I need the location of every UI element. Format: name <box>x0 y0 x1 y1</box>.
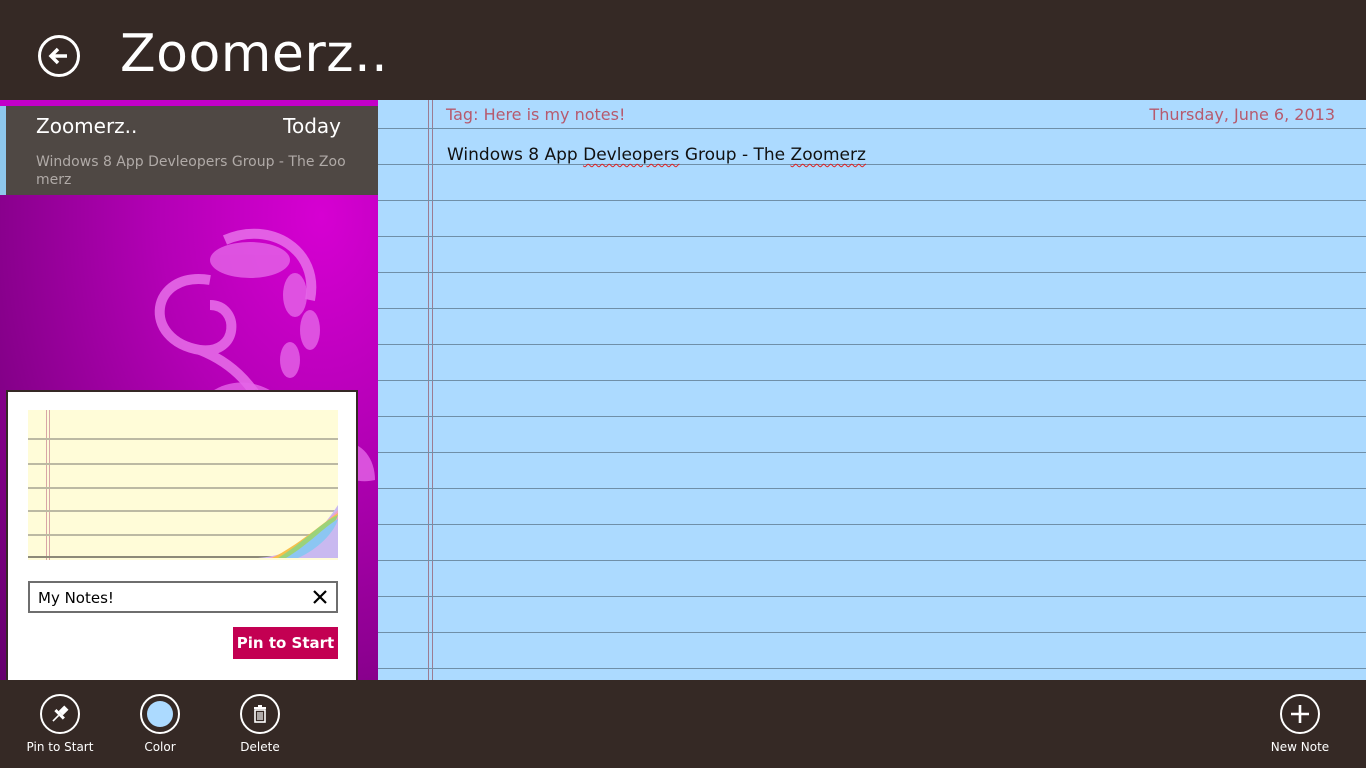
tile-name-input[interactable] <box>38 587 298 609</box>
new-note-appbar-button[interactable]: New Note <box>1260 694 1340 764</box>
app-bar: Pin to Start Color Delete New Note <box>0 680 1366 768</box>
note-body-segment: Windows 8 App <box>447 145 584 165</box>
close-icon <box>313 590 327 604</box>
note-tag: Tag: Here is my notes! <box>446 105 626 124</box>
appbar-button-circle <box>1280 694 1320 734</box>
ruled-line <box>378 272 1366 273</box>
ruled-line <box>378 596 1366 597</box>
ruled-line <box>378 200 1366 201</box>
ruled-line <box>378 236 1366 237</box>
tile-name-field[interactable] <box>28 581 338 613</box>
color-appbar-button[interactable]: Color <box>120 694 200 764</box>
back-button[interactable] <box>38 35 80 77</box>
selection-accent <box>0 106 6 195</box>
ruled-line <box>378 524 1366 525</box>
delete-appbar-button[interactable]: Delete <box>220 694 300 764</box>
pin-icon <box>52 705 69 722</box>
misspelled-word: Zoomerz <box>790 145 866 165</box>
color-swatch-icon <box>147 701 173 727</box>
preview-ruled-line <box>28 463 338 465</box>
note-list-item-title: Zoomerz.. <box>36 114 138 138</box>
margin-line <box>428 100 429 680</box>
ruled-line <box>378 308 1366 309</box>
note-list-item-date: Today <box>283 114 341 138</box>
appbar-button-circle <box>140 694 180 734</box>
appbar-button-circle <box>40 694 80 734</box>
tile-preview-image <box>28 410 338 560</box>
note-date: Thursday, June 6, 2013 <box>1149 105 1335 124</box>
appbar-button-label: Color <box>144 740 176 754</box>
ruled-line <box>378 128 1366 129</box>
note-body-text[interactable]: Windows 8 App Devleopers Group - The Zoo… <box>447 145 866 165</box>
page-curl-graphic <box>258 505 338 558</box>
ruled-line <box>378 452 1366 453</box>
pin-to-start-appbar-button[interactable]: Pin to Start <box>20 694 100 764</box>
pin-to-start-flyout: Pin to Start <box>6 390 358 680</box>
ruled-line <box>378 632 1366 633</box>
ruled-line <box>378 344 1366 345</box>
plus-icon <box>1291 705 1309 723</box>
note-editor[interactable]: Tag: Here is my notes! Thursday, June 6,… <box>378 100 1366 680</box>
preview-margin-line <box>46 410 47 560</box>
clear-text-button[interactable] <box>310 587 330 607</box>
misspelled-word: Devleopers <box>583 145 680 165</box>
note-body-segment: Group - The <box>679 145 791 165</box>
margin-line <box>432 100 433 680</box>
pin-to-start-button[interactable]: Pin to Start <box>233 627 338 659</box>
appbar-button-label: Pin to Start <box>26 740 94 754</box>
appbar-button-label: New Note <box>1270 740 1330 754</box>
back-arrow-icon <box>48 47 67 65</box>
page-title: Zoomerz.. <box>120 24 389 84</box>
appbar-button-circle <box>240 694 280 734</box>
preview-ruled-line <box>28 438 338 440</box>
ruled-line <box>378 560 1366 561</box>
ruled-line <box>378 488 1366 489</box>
ruled-line <box>378 416 1366 417</box>
preview-margin-line <box>49 410 50 560</box>
preview-ruled-line <box>28 487 338 489</box>
ruled-line <box>378 380 1366 381</box>
ruled-line <box>378 668 1366 669</box>
appbar-button-label: Delete <box>240 740 280 754</box>
header-bar: Zoomerz.. <box>0 0 1366 100</box>
note-list-item[interactable]: Zoomerz.. Today Windows 8 App Devleopers… <box>0 106 378 195</box>
note-list-item-preview: Windows 8 App Devleopers Group - The Zoo… <box>36 154 346 188</box>
trash-icon <box>254 705 266 723</box>
